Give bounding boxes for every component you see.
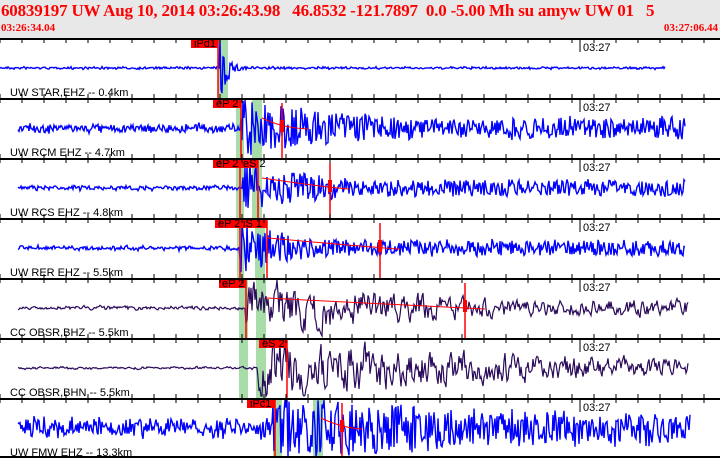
amplitude-marker xyxy=(280,120,284,132)
trace-2[interactable]: eP 2 03:27UW RCM EHZ -- 4.7km xyxy=(10,98,686,159)
end-time: 03:27:06.44 xyxy=(663,22,718,34)
event-title: 60839197 UW Aug 10, 2014 03:26:43.98 46.… xyxy=(1,1,655,20)
amplitude-marker xyxy=(378,240,382,252)
trace-7[interactable]: iPc1 03:27UW FMW EHZ -- 13.3km xyxy=(10,398,691,458)
minute-label: 03:27 xyxy=(583,282,611,294)
event-header: 60839197 UW Aug 10, 2014 03:26:43.98 46.… xyxy=(0,0,720,38)
station-label: UW RER EHZ -- 5.5km xyxy=(10,267,123,279)
station-label: CC OBSR,BHN -- 5.5km xyxy=(10,387,130,399)
minute-label: 03:27 xyxy=(583,102,611,114)
amplitude-marker xyxy=(328,180,332,192)
amplitude-marker xyxy=(340,420,344,432)
trace-1[interactable]: iPd1 03:27UW STAR,EHZ -- 0.4km xyxy=(0,38,666,99)
minute-label: 03:27 xyxy=(583,42,611,54)
trace-6[interactable]: eS 2 03:27CC OBSR,BHN -- 5.5km xyxy=(10,338,689,399)
station-label: UW RCM EHZ -- 4.7km xyxy=(10,147,125,159)
trace-4[interactable]: eP 2 iS 1 03:27UW RER EHZ -- 5.5km xyxy=(10,218,685,279)
trace-3[interactable]: eP 2 eS 2 03:27UW RCS EHZ -- 4.8km xyxy=(10,158,686,219)
station-label: UW STAR,EHZ -- 0.4km xyxy=(10,87,128,99)
seismogram-panel[interactable]: iPd1 03:27UW STAR,EHZ -- 0.4kmeP 2 03:27UW… xyxy=(0,38,720,458)
minute-label: 03:27 xyxy=(583,162,611,174)
waveform xyxy=(0,39,666,94)
start-time: 03:26:34.04 xyxy=(1,22,56,34)
station-label: UW RCS EHZ -- 4.8km xyxy=(10,207,123,219)
minute-label: 03:27 xyxy=(583,222,611,234)
station-label: CC OBSR,BHZ -- 5.5km xyxy=(10,327,129,339)
minute-label: 03:27 xyxy=(583,402,611,414)
amplitude-marker xyxy=(463,300,467,312)
minute-label: 03:27 xyxy=(583,342,611,354)
trace-5[interactable]: eP 2 03:27CC OBSR,BHZ -- 5.5km xyxy=(10,278,689,339)
